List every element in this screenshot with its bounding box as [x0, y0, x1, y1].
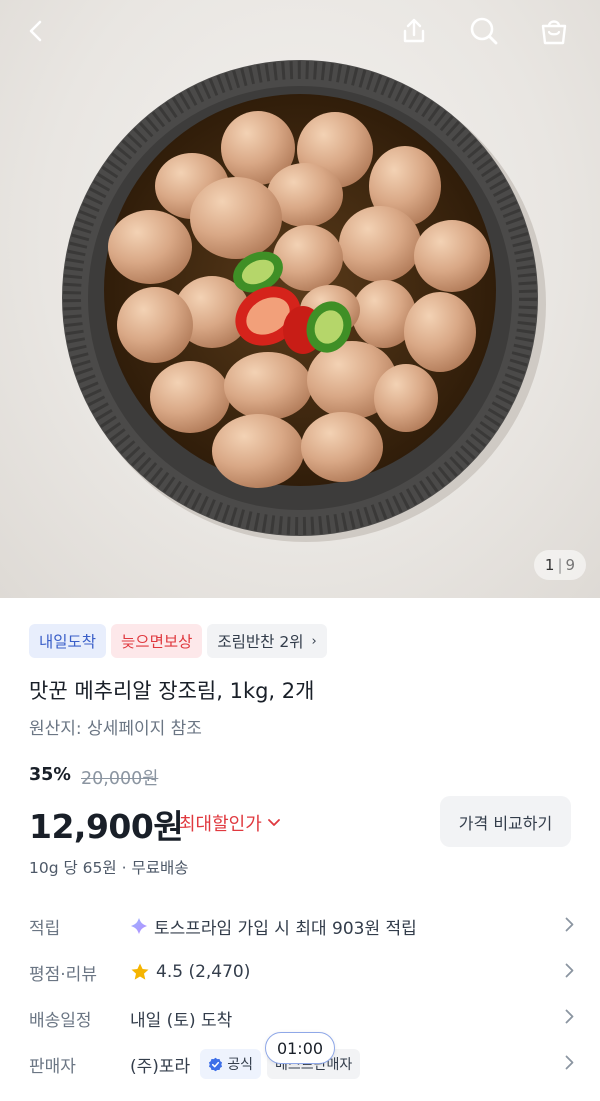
time-indicator: 01:00 — [265, 1032, 335, 1064]
badge-next-day-delivery: 내일도착 — [29, 624, 107, 658]
points-value: 토스프라임 가입 시 최대 903원 적립 — [154, 918, 417, 939]
chevron-right-icon — [554, 1009, 574, 1028]
badge-row: 내일도착 늦으면보상 조림반찬 2위 › — [29, 624, 327, 658]
search-button[interactable] — [461, 8, 507, 54]
chevron-left-icon — [29, 20, 42, 42]
official-seller-label: 공식 — [227, 1057, 253, 1073]
image-counter-total: 9 — [565, 556, 576, 574]
discount-rate: 35% — [29, 765, 71, 785]
badge-late-compensation: 늦으면보상 — [111, 624, 203, 658]
seller-label: 판매자 — [29, 1056, 76, 1077]
chevron-right-icon: › — [311, 633, 317, 649]
back-button[interactable] — [14, 8, 60, 54]
badge-category-rank-label: 조림반찬 2위 — [217, 633, 304, 651]
share-icon — [403, 18, 425, 43]
star-icon — [130, 962, 150, 982]
product-image[interactable]: 1 | 9 — [0, 0, 600, 598]
max-discount-dropdown[interactable]: 최대할인가 — [179, 810, 280, 836]
chevron-down-icon — [267, 815, 280, 831]
chevron-right-icon — [554, 963, 574, 982]
points-label: 적립 — [29, 918, 61, 939]
verified-check-icon — [209, 1057, 223, 1071]
rating-row[interactable]: 평점·리뷰 4.5 (2,470) — [29, 957, 574, 987]
shopping-bag-icon — [541, 20, 567, 45]
max-discount-label: 최대할인가 — [179, 814, 262, 835]
share-button[interactable] — [391, 8, 437, 54]
cart-button[interactable] — [531, 8, 577, 54]
gem-icon — [130, 917, 148, 935]
compare-price-button[interactable]: 가격 비교하기 — [440, 796, 571, 847]
product-photo — [62, 60, 546, 542]
seller-name: (주)포라 — [130, 1056, 191, 1077]
unit-price-shipping: 10g 당 65원 · 무료배송 — [29, 859, 189, 877]
image-counter: 1 | 9 — [534, 550, 586, 580]
rating-label: 평점·리뷰 — [29, 964, 97, 985]
original-price: 20,000원 — [81, 769, 159, 789]
delivery-value: 내일 (토) 도착 — [130, 1010, 233, 1031]
product-origin: 원산지: 상세페이지 참조 — [29, 719, 202, 739]
points-row[interactable]: 적립 토스프라임 가입 시 최대 903원 적립 — [29, 911, 574, 941]
rating-value: 4.5 (2,470) — [156, 962, 251, 982]
delivery-label: 배송일정 — [29, 1010, 92, 1031]
delivery-row[interactable]: 배송일정 내일 (토) 도착 — [29, 1003, 574, 1033]
badge-category-rank[interactable]: 조림반찬 2위 › — [207, 624, 327, 658]
top-navigation-bar — [0, 0, 600, 62]
product-title: 맛꾼 메추리알 장조림, 1kg, 2개 — [29, 679, 315, 703]
chevron-right-icon — [554, 917, 574, 936]
search-icon — [470, 17, 498, 45]
image-counter-current: 1 — [544, 556, 555, 574]
official-seller-badge: 공식 — [200, 1049, 261, 1079]
sale-price: 12,900원 — [29, 807, 184, 846]
image-counter-separator: | — [557, 556, 563, 574]
chevron-right-icon — [554, 1055, 574, 1074]
